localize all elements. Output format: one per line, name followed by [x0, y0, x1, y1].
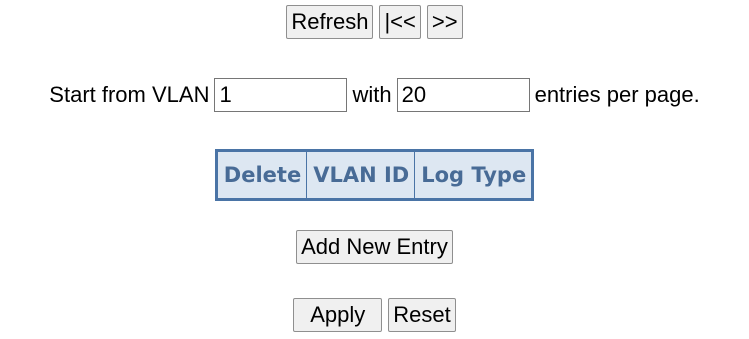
reset-button[interactable]: Reset [388, 298, 456, 332]
add-entry-row: Add New Entry [0, 230, 749, 264]
table-header-row: Delete VLAN ID Log Type [215, 150, 534, 200]
vlan-log-table: Delete VLAN ID Log Type [214, 149, 535, 201]
start-vlan-input[interactable] [214, 78, 348, 112]
apply-button[interactable]: Apply [293, 298, 383, 332]
add-new-entry-button[interactable]: Add New Entry [296, 230, 453, 264]
first-page-button[interactable]: |<< [379, 5, 421, 39]
form-actions: Apply Reset [0, 298, 749, 332]
navigation-bar: Refresh |<< >> [0, 5, 749, 39]
column-header-vlan-id: VLAN ID [306, 150, 416, 200]
entries-per-page-input[interactable] [396, 78, 530, 112]
paging-controls: Start from VLAN with entries per page. [0, 78, 749, 112]
vlan-log-table-container: Delete VLAN ID Log Type [0, 149, 749, 201]
with-label: with [352, 82, 392, 107]
column-header-delete: Delete [215, 150, 308, 200]
entries-per-page-label: entries per page. [534, 82, 700, 107]
start-from-label: Start from VLAN [49, 82, 210, 107]
next-page-button[interactable]: >> [426, 5, 463, 39]
column-header-log-type: Log Type [414, 150, 534, 200]
refresh-button[interactable]: Refresh [286, 5, 374, 39]
